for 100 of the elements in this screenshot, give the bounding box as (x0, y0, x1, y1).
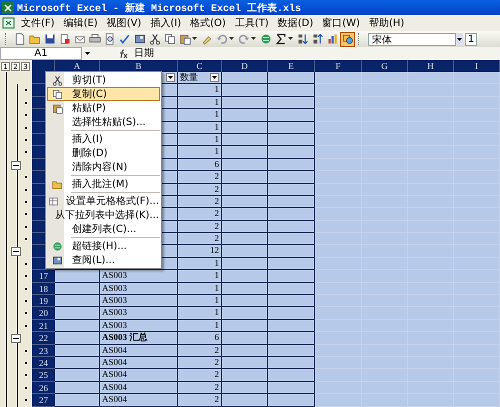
name-box[interactable]: A1 (0, 47, 82, 60)
table-cell: 2 (178, 208, 222, 221)
row-header[interactable]: 17 (32, 270, 55, 283)
table-cell (315, 146, 362, 159)
menu-item[interactable]: 超链接(H)... (47, 239, 160, 253)
menu-item[interactable]: 文件(F) (17, 16, 59, 30)
table-cell: 2 (178, 344, 222, 357)
font-size-field[interactable]: 1 (465, 32, 477, 46)
table-cell: 2 (178, 394, 222, 407)
table-cell (222, 146, 268, 159)
row-header[interactable]: 26 (32, 382, 55, 394)
table-cell (268, 208, 315, 221)
dropdown-button[interactable] (456, 32, 463, 46)
font-field[interactable]: 宋体 (368, 32, 456, 46)
menu-item[interactable]: 视图(V) (102, 16, 146, 30)
function-icon[interactable] (118, 48, 128, 58)
menu-item[interactable]: 查阅(L)... (47, 253, 160, 267)
table-cell (315, 96, 362, 110)
table-cell: 1 (178, 134, 222, 146)
menu-item[interactable]: 插入批注(M) (47, 177, 160, 191)
column-header[interactable]: G (362, 60, 408, 72)
caret-icon (212, 76, 217, 80)
menu-item[interactable]: 创建列表(C)... (47, 222, 160, 236)
table-cell (315, 320, 362, 332)
table-cell (222, 382, 268, 394)
menu-item[interactable]: 从下拉列表中选择(K)... (47, 208, 160, 222)
row-header[interactable]: 22 (32, 332, 55, 345)
menu-item[interactable]: 剪切(T) (47, 73, 160, 87)
menu-item[interactable]: 粘贴(P) (47, 101, 160, 115)
menu-item[interactable]: 插入(I) (47, 132, 160, 146)
table-cell: 2 (178, 171, 222, 184)
menu-item[interactable]: 编辑(E) (60, 16, 102, 30)
table-cell (268, 320, 315, 332)
menu-item[interactable]: 选择性粘贴(S)... (47, 115, 160, 129)
column-header[interactable]: H (408, 60, 454, 72)
table-cell (315, 109, 362, 122)
caret-icon[interactable] (288, 37, 293, 41)
table-cell (222, 184, 268, 196)
filter-button[interactable] (210, 73, 219, 82)
menu-item[interactable]: 窗口(W) (318, 16, 364, 30)
autosum-button[interactable] (273, 32, 288, 46)
table-cell (268, 171, 315, 184)
menu-item[interactable]: 复制(C) (47, 87, 160, 101)
table-cell (315, 158, 362, 172)
menu-item[interactable]: 设置单元格格式(F)... (47, 194, 160, 208)
table-cell (222, 220, 268, 234)
filter-button[interactable] (166, 73, 175, 82)
table-cell: AS003 (100, 270, 178, 283)
menu-item[interactable]: 清除内容(N) (47, 160, 160, 174)
table-cell (315, 356, 362, 370)
table-cell (222, 356, 268, 370)
collapse-button[interactable] (11, 334, 21, 344)
select-all-button[interactable] (32, 60, 55, 72)
table-cell (268, 233, 315, 246)
menu-item[interactable]: 删除(D) (47, 146, 160, 160)
table-cell (268, 134, 315, 146)
copy-button[interactable] (162, 32, 177, 46)
table-cell: AS003 (100, 295, 178, 308)
table-cell: 2 (178, 220, 222, 234)
row-header[interactable]: 27 (32, 394, 55, 407)
table-cell (55, 356, 100, 370)
spreadsheet-icon[interactable] (2, 17, 16, 29)
row-header[interactable]: 24 (32, 356, 55, 370)
caret-icon[interactable] (251, 37, 256, 41)
row-header[interactable]: 25 (32, 369, 55, 382)
collapse-button[interactable] (11, 160, 21, 170)
row-header[interactable]: 21 (32, 320, 55, 332)
table-cell (268, 96, 315, 110)
column-header[interactable]: D (222, 60, 268, 72)
column-header[interactable]: I (454, 60, 500, 72)
collapse-button[interactable] (11, 247, 21, 256)
row-header[interactable]: 18 (32, 282, 55, 296)
table-cell (268, 196, 315, 208)
menu-item[interactable]: 插入(I) (146, 16, 186, 30)
table-cell (268, 332, 315, 345)
column-header[interactable]: A (55, 60, 100, 72)
table-cell (222, 282, 268, 296)
column-header[interactable]: E (268, 60, 315, 72)
table-cell (315, 220, 362, 234)
drawing-shapes-button[interactable] (340, 32, 355, 46)
column-title: 数量 (180, 72, 198, 84)
cut-button[interactable] (147, 32, 162, 46)
row-header[interactable]: 20 (32, 307, 55, 320)
menu-item[interactable]: 格式(O) (186, 16, 230, 30)
column-header[interactable]: B (100, 60, 178, 72)
menu-item[interactable]: 工具(T) (230, 16, 273, 30)
column-header[interactable]: C (178, 60, 222, 72)
table-cell (315, 122, 362, 134)
menu-item[interactable]: 帮助(H) (364, 16, 408, 30)
table-cell: 1 (178, 295, 222, 308)
formula-field[interactable]: 日期 (134, 47, 154, 60)
table-cell (268, 109, 315, 122)
menu-item[interactable]: 数据(D) (274, 16, 318, 30)
table-cell (268, 344, 315, 357)
row-header[interactable]: 23 (32, 344, 55, 357)
table-cell (315, 394, 362, 407)
caret-icon[interactable] (229, 37, 234, 41)
row-header[interactable]: 19 (32, 295, 55, 308)
caret-icon[interactable] (192, 37, 197, 41)
column-header[interactable]: F (315, 60, 362, 72)
